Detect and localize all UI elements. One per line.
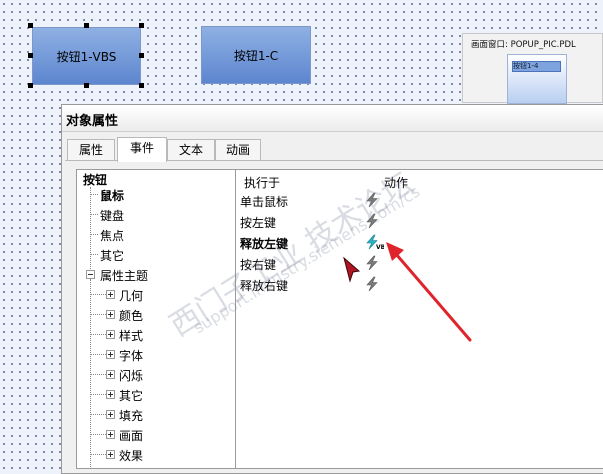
tab-properties[interactable]: 属性 [67,139,115,160]
selection-handle[interactable] [28,83,33,88]
tree-item-geometry[interactable]: 几何 [119,287,143,304]
event-row-label[interactable]: 释放右键 [240,277,288,294]
collapse-toggle[interactable] [86,270,95,279]
vb-badge: VB [376,244,384,250]
object-properties-dialog: 对象属性 属性 事件 文本 动画 按钮 鼠标 键盘 焦点 其它 属性主题 几何 … [61,104,603,474]
expand-toggle[interactable] [106,370,115,379]
expand-toggle[interactable] [106,290,115,299]
selection-handle[interactable] [139,23,144,28]
selection-handle[interactable] [28,53,33,58]
tree-item-style[interactable]: 样式 [119,327,143,344]
expand-toggle[interactable] [106,430,115,439]
expand-toggle[interactable] [106,310,115,319]
event-row-label[interactable]: 按右键 [240,256,276,273]
popup-mini-button: 按钮1-4 [512,61,561,72]
selection-handle[interactable] [84,23,89,28]
button-vbs-label: 按钮1-VBS [56,49,117,64]
event-row-label[interactable]: 单击鼠标 [240,193,288,210]
popup-title: 画面窗口: POPUP_PIC.PDL [471,40,576,50]
selection-handle[interactable] [28,23,33,28]
lightning-icon[interactable] [364,213,380,229]
tree-item-misc[interactable]: 其它 [119,387,143,404]
action-table: 执行于 动作 单击鼠标 按左键 释放左键 VB 按右键 释放右键 [235,169,603,469]
tree-item-property-topics[interactable]: 属性主题 [100,267,148,284]
tree-item-font[interactable]: 字体 [119,347,143,364]
tree-item-fill[interactable]: 填充 [119,407,143,424]
lightning-icon[interactable] [364,276,380,292]
tab-text[interactable]: 文本 [167,139,215,160]
dialog-title: 对象属性 [66,114,119,129]
expand-toggle[interactable] [106,350,115,359]
button-vbs[interactable]: 按钮1-VBS [32,27,141,85]
expand-toggle[interactable] [106,390,115,399]
lightning-icon[interactable] [364,192,380,208]
selection-handle[interactable] [84,83,89,88]
column-header-trigger: 执行于 [244,176,281,190]
tab-animation[interactable]: 动画 [215,139,261,160]
column-header-action: 动作 [384,176,409,190]
tree-item-mouse[interactable]: 鼠标 [100,187,124,204]
expand-toggle[interactable] [106,450,115,459]
cursor-icon [343,257,361,283]
tree-item-other[interactable]: 其它 [100,247,124,264]
tab-bar: 属性 事件 文本 动画 [65,137,603,162]
tree-item-keyboard[interactable]: 键盘 [100,207,124,224]
selection-handle[interactable] [139,53,144,58]
button-c[interactable]: 按钮1-C [201,26,311,84]
tree-item-focus[interactable]: 焦点 [100,227,124,244]
event-row-label[interactable]: 按左键 [240,214,276,231]
selection-handle[interactable] [139,83,144,88]
tree-item-color[interactable]: 颜色 [119,307,143,324]
tree-item-flash[interactable]: 闪烁 [119,367,143,384]
button-c-label: 按钮1-C [233,48,279,63]
lightning-vb-icon[interactable]: VB [364,234,384,250]
expand-toggle[interactable] [106,330,115,339]
popup-picture-window[interactable]: 画面窗口: POPUP_PIC.PDL 按钮1-4 [462,33,603,104]
expand-toggle[interactable] [106,410,115,419]
tab-events[interactable]: 事件 [117,137,167,162]
tree-item-picture[interactable]: 画面 [119,427,143,444]
tree-root-button[interactable]: 按钮 [83,171,107,188]
lightning-icon[interactable] [364,255,380,271]
popup-picture: 按钮1-4 [507,54,567,104]
event-tree: 按钮 鼠标 键盘 焦点 其它 属性主题 几何 颜色 样式 字体 闪烁 其它 填充… [76,169,236,469]
event-row-label[interactable]: 释放左键 [240,235,288,252]
dialog-titlebar[interactable]: 对象属性 [62,105,603,132]
